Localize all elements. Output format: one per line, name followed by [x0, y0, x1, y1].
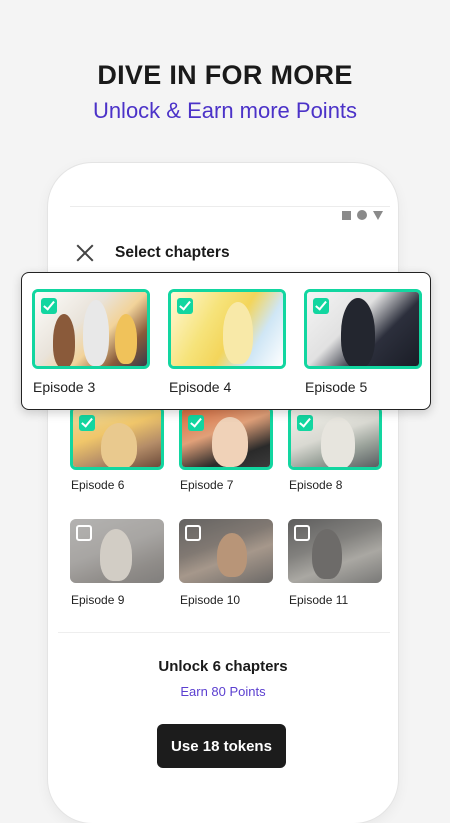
episode-thumbnail[interactable] [32, 289, 150, 369]
episode-thumbnail[interactable] [70, 519, 164, 583]
unlock-summary: Unlock 6 chapters [158, 658, 288, 675]
episode-label: Episode 4 [169, 379, 232, 395]
episode-label: Episode 7 [180, 478, 234, 492]
episode-label: Episode 9 [71, 593, 125, 607]
figure-shape [312, 529, 342, 579]
episode-label: Episode 10 [180, 593, 241, 607]
checkbox-unchecked[interactable] [76, 525, 92, 541]
figure-shape [83, 300, 109, 366]
divider [70, 206, 390, 207]
episode-thumbnail[interactable] [288, 406, 382, 470]
episode-label: Episode 6 [71, 478, 125, 492]
episode-label: Episode 5 [305, 379, 368, 395]
status-bar-icons [342, 210, 383, 220]
episode-label: Episode 11 [289, 593, 349, 607]
figure-shape [223, 302, 253, 364]
figure-shape [321, 417, 355, 467]
episode-thumbnail[interactable] [304, 289, 422, 369]
episode-thumbnail[interactable] [179, 406, 273, 470]
use-tokens-button[interactable]: Use 18 tokens [157, 724, 286, 768]
divider [58, 632, 390, 633]
checkbox-checked[interactable] [188, 415, 204, 431]
episode-label: Episode 8 [289, 478, 343, 492]
figure-shape [115, 314, 137, 364]
triangle-icon [373, 210, 383, 220]
checkbox-checked[interactable] [177, 298, 193, 314]
episode-thumbnail[interactable] [288, 519, 382, 583]
promo-subline: Unlock & Earn more Points [92, 98, 358, 123]
checkbox-checked[interactable] [297, 415, 313, 431]
figure-shape [100, 529, 132, 581]
close-icon[interactable] [74, 242, 96, 264]
episode-thumbnail[interactable] [168, 289, 286, 369]
featured-episodes-callout: Episode 3 Episode 4 Episode 5 [21, 272, 431, 410]
figure-shape [341, 298, 375, 366]
checkbox-checked[interactable] [41, 298, 57, 314]
scroll-fade [58, 610, 390, 638]
episode-thumbnail[interactable] [179, 519, 273, 583]
checkbox-checked[interactable] [313, 298, 329, 314]
earn-points-link[interactable]: Earn 80 Points [48, 684, 398, 699]
checkbox-unchecked[interactable] [185, 525, 201, 541]
figure-shape [101, 423, 137, 467]
page-title: Select chapters [115, 244, 230, 261]
figure-shape [53, 314, 75, 366]
promo-headline: DIVE IN FOR MORE [97, 60, 353, 90]
episode-label: Episode 3 [33, 379, 96, 395]
checkbox-unchecked[interactable] [294, 525, 310, 541]
figure-shape [212, 417, 248, 467]
checkbox-checked[interactable] [79, 415, 95, 431]
square-icon [342, 210, 351, 220]
figure-shape [217, 533, 247, 577]
episode-thumbnail[interactable] [70, 406, 164, 470]
circle-icon [357, 210, 367, 220]
